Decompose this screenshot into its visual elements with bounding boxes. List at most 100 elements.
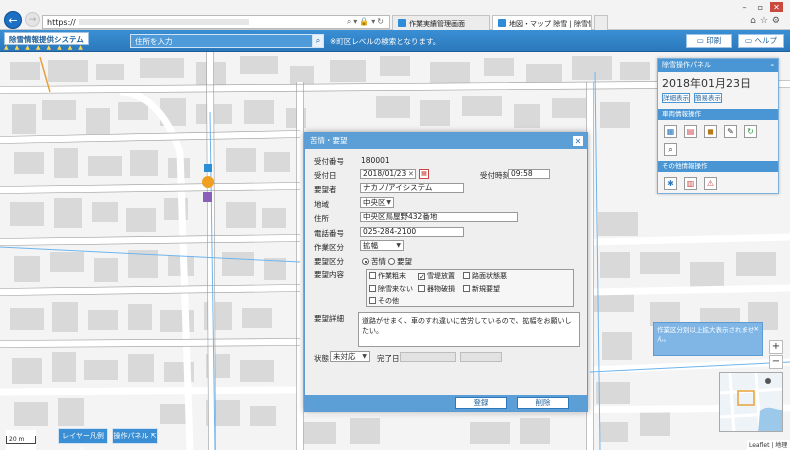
- checkbox-label: 雪堤放置: [427, 272, 455, 280]
- chevron-down-icon: ▼: [396, 242, 401, 249]
- checkbox-icon: ✓: [418, 273, 425, 281]
- control-panel-label: 操作パネル: [113, 432, 149, 440]
- address-input[interactable]: 中央区鳥屋野432番地: [360, 212, 518, 222]
- forward-button[interactable]: →: [25, 12, 40, 27]
- snow-vehicle-marker[interactable]: [200, 164, 216, 206]
- panel-header: 除雪操作パネル –: [658, 59, 778, 72]
- pencil-icon[interactable]: ✎: [724, 125, 737, 138]
- checkbox-icon: [369, 285, 376, 292]
- detail-label: 要望詳細: [314, 314, 344, 323]
- completion-time-input: [460, 352, 502, 362]
- requester-label: 要望者: [314, 185, 337, 194]
- vehicle-section-title: 車両情報操作: [658, 109, 778, 120]
- report-icon[interactable]: ▥: [684, 177, 697, 190]
- content-label: 要望内容: [314, 270, 344, 279]
- print-label: 印刷: [706, 36, 722, 45]
- maximize-icon[interactable]: ▫: [754, 2, 767, 12]
- minimize-icon[interactable]: –: [771, 59, 775, 72]
- radio-label: 苦情: [371, 257, 386, 266]
- table-icon[interactable]: ▤: [684, 125, 697, 138]
- requester-input[interactable]: ナカノ/アイシステム: [360, 183, 464, 193]
- browser-chrome: – ▫ ✕ ← → https:// ⌕▾🔒▾↻ 作業実績管理画面 地図・マップ…: [0, 0, 790, 30]
- url-blurred: [78, 19, 249, 25]
- minimap[interactable]: [719, 372, 783, 432]
- address-bar[interactable]: https:// ⌕▾🔒▾↻: [42, 15, 390, 29]
- layer-legend-label: レイヤー凡例: [62, 432, 104, 440]
- new-tab-button[interactable]: [594, 15, 608, 30]
- status-select[interactable]: 未対応 ▼: [330, 351, 370, 362]
- zoom-in-button[interactable]: +: [769, 340, 783, 354]
- received-time-input[interactable]: 09:58: [508, 169, 550, 179]
- checkbox-snowbank[interactable]: ✓ 雪堤放置: [418, 271, 455, 281]
- address-tools-icons[interactable]: ⌕▾🔒▾↻: [347, 17, 386, 27]
- date-clear-icon[interactable]: ✕: [408, 170, 414, 178]
- search-icon[interactable]: ⌕: [312, 34, 324, 48]
- checkbox-road-condition[interactable]: 路面状態悪: [463, 271, 507, 281]
- dialog-footer: 登録 削除: [305, 395, 587, 411]
- detail-textarea[interactable]: 道路がせまく、車のすれ違いに苦労しているので、拡幅をお願いしたい。: [358, 312, 580, 347]
- zoom-out-button[interactable]: −: [769, 355, 783, 369]
- checkbox-icon: [463, 285, 470, 292]
- checkbox-damage[interactable]: 器物破損: [418, 284, 455, 294]
- list-icon[interactable]: ▦: [664, 125, 677, 138]
- tab-favicon-icon: [398, 19, 406, 27]
- close-window-icon[interactable]: ✕: [770, 2, 783, 12]
- search-icon[interactable]: ⌕: [664, 143, 677, 156]
- checkbox-other[interactable]: その他: [369, 296, 399, 306]
- request-no-value: 180001: [361, 156, 390, 165]
- radio-complaint[interactable]: 苦情: [362, 256, 386, 267]
- phone-label: 電話番号: [314, 229, 344, 238]
- checkbox-icon: [369, 272, 376, 279]
- radio-icon: [388, 258, 395, 265]
- marker-icon: [202, 164, 214, 202]
- area-select[interactable]: 中央区 ▼: [360, 197, 394, 208]
- layer-legend-button[interactable]: レイヤー凡例 ⇱: [58, 428, 108, 450]
- radio-request[interactable]: 要望: [388, 256, 412, 267]
- zoom-notice-text: 作業区分別以上拡大表示されません。: [657, 326, 755, 343]
- simple-view-button[interactable]: 簡易表示: [694, 93, 722, 103]
- checkbox-poor-work[interactable]: 作業粗末: [369, 271, 406, 281]
- refresh-icon[interactable]: ↻: [744, 125, 757, 138]
- warning-icon[interactable]: ⚠: [704, 177, 717, 190]
- truck-icon[interactable]: ◼: [704, 125, 717, 138]
- print-button[interactable]: ▭ 印刷: [686, 34, 732, 48]
- address-search-input[interactable]: 住所を入力: [130, 34, 322, 48]
- checkbox-label: 新規要望: [472, 285, 500, 293]
- checkbox-no-plow[interactable]: 除雪来ない: [369, 284, 413, 294]
- tab-label: 地図・マップ 除雪 | 除雪情...: [509, 20, 591, 28]
- dialog-header: 苦情・要望 ✕: [305, 133, 587, 149]
- received-date-label: 受付日: [314, 171, 337, 180]
- completion-date-input: [400, 352, 456, 362]
- vehicle-icons: ▲▲▲▲▲▲▲▲: [4, 44, 89, 51]
- phone-input[interactable]: 025-284-2100: [360, 227, 464, 237]
- address-label: 住所: [314, 214, 329, 223]
- help-button[interactable]: ▭ ヘルプ: [738, 34, 784, 48]
- status-label: 状態: [314, 354, 329, 363]
- zoom-notice: 作業区分別以上拡大表示されません。 ✕: [653, 322, 763, 356]
- tab-favicon-icon: [498, 19, 506, 27]
- snow-icon[interactable]: ✱: [664, 177, 677, 190]
- work-type-select[interactable]: 拡幅 ▼: [360, 240, 404, 251]
- work-type-value: 拡幅: [363, 241, 378, 250]
- tab-work-results[interactable]: 作業実績管理画面: [392, 15, 490, 30]
- calendar-icon[interactable]: ▦: [419, 169, 429, 179]
- checkbox-icon: [463, 272, 470, 279]
- control-panel-button[interactable]: 操作パネル ⇱: [112, 428, 158, 444]
- other-section-title: その他情報操作: [658, 161, 778, 172]
- request-no-label: 受付番号: [314, 157, 344, 166]
- delete-button[interactable]: 削除: [517, 397, 569, 409]
- map-attribution[interactable]: Leaflet | 地理院: [747, 440, 790, 450]
- browser-toolbar-icons[interactable]: ⌂☆⚙: [750, 16, 784, 26]
- detail-view-button[interactable]: 詳細表示: [662, 93, 690, 103]
- minimize-icon[interactable]: –: [738, 2, 751, 12]
- panel-date: 2018年01月23日: [662, 77, 751, 90]
- request-type-label: 要望区分: [314, 257, 344, 266]
- back-button[interactable]: ←: [4, 11, 22, 29]
- tab-map[interactable]: 地図・マップ 除雪 | 除雪情...✕: [492, 15, 592, 30]
- close-icon[interactable]: ✕: [754, 325, 759, 334]
- register-button[interactable]: 登録: [455, 397, 507, 409]
- checkbox-label: 除雪来ない: [378, 285, 413, 293]
- url-text: https://: [47, 17, 76, 27]
- checkbox-new-request[interactable]: 新規要望: [463, 284, 500, 294]
- close-icon[interactable]: ✕: [573, 136, 583, 146]
